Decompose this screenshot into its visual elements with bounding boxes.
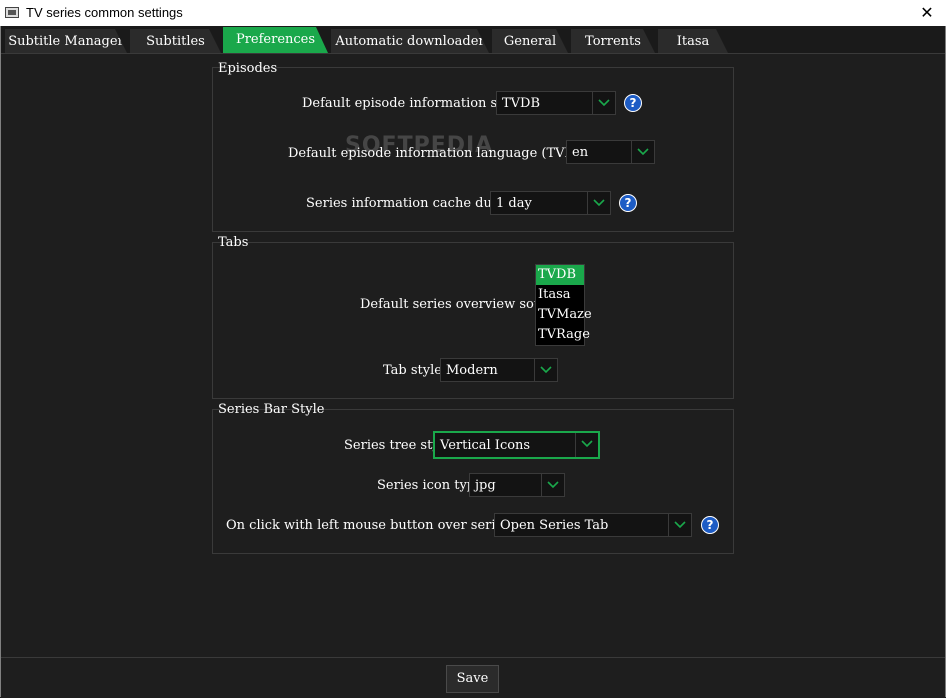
series-icon-type-value: jpg <box>475 478 496 493</box>
overview-source-list[interactable]: TVDB Itasa TVMaze TVRage <box>535 264 592 346</box>
episode-language-value: en <box>572 145 589 160</box>
chevron-down-icon[interactable] <box>534 359 557 381</box>
tab-general[interactable]: General <box>492 29 568 53</box>
title-bar: TV series common settings ✕ <box>0 0 946 26</box>
window-title: TV series common settings <box>26 5 183 20</box>
close-icon[interactable]: ✕ <box>908 0 946 26</box>
chevron-down-icon[interactable] <box>587 192 610 214</box>
episode-source-value: TVDB <box>502 96 541 111</box>
help-icon[interactable]: ? <box>624 94 642 112</box>
series-icon-type-select[interactable]: jpg <box>469 473 565 497</box>
tab-subtitle-manager[interactable]: Subtitle Manager <box>5 29 127 53</box>
episode-language-select[interactable]: en <box>566 140 655 164</box>
series-tree-style-value: Vertical Icons <box>440 438 531 453</box>
tabs-group-title: Tabs <box>218 235 249 250</box>
save-button[interactable]: Save <box>446 665 499 693</box>
tab-style-value: Modern <box>446 363 498 378</box>
tab-style-label: Tab style <box>383 363 442 378</box>
tab-style-select[interactable]: Modern <box>440 358 558 382</box>
series-icon-type-label: Series icon type <box>377 478 483 493</box>
series-bar-group-title: Series Bar Style <box>218 402 325 417</box>
tab-strip: Subtitle Manager Subtitles Preferences A… <box>1 26 945 53</box>
list-item[interactable]: TVDB <box>536 265 584 285</box>
chevron-down-icon[interactable] <box>541 474 564 496</box>
episodes-group-title: Episodes <box>218 61 278 76</box>
tab-preferences[interactable]: Preferences <box>223 27 328 53</box>
series-tree-style-select[interactable]: Vertical Icons <box>433 431 600 459</box>
list-item[interactable]: TVRage <box>536 325 590 345</box>
cache-duration-value: 1 day <box>496 196 532 211</box>
tab-subtitles[interactable]: Subtitles <box>130 29 221 53</box>
footer-bar: Save <box>1 657 945 697</box>
icon-click-select[interactable]: Open Series Tab <box>494 513 692 537</box>
chevron-down-icon[interactable] <box>668 514 691 536</box>
help-icon[interactable]: ? <box>619 194 637 212</box>
cache-duration-select[interactable]: 1 day <box>490 191 611 215</box>
tab-automatic-downloader[interactable]: Automatic downloader <box>331 29 489 53</box>
app-icon <box>5 7 19 18</box>
tab-torrents[interactable]: Torrents <box>571 29 655 53</box>
chevron-down-icon[interactable] <box>631 141 654 163</box>
list-item[interactable]: Itasa <box>536 285 584 305</box>
tab-itasa[interactable]: Itasa <box>658 29 728 53</box>
chevron-down-icon[interactable] <box>575 433 598 457</box>
help-icon[interactable]: ? <box>701 516 719 534</box>
episode-source-select[interactable]: TVDB <box>496 91 616 115</box>
list-item[interactable]: TVMaze <box>536 305 592 325</box>
icon-click-value: Open Series Tab <box>500 518 609 533</box>
chevron-down-icon[interactable] <box>592 92 615 114</box>
